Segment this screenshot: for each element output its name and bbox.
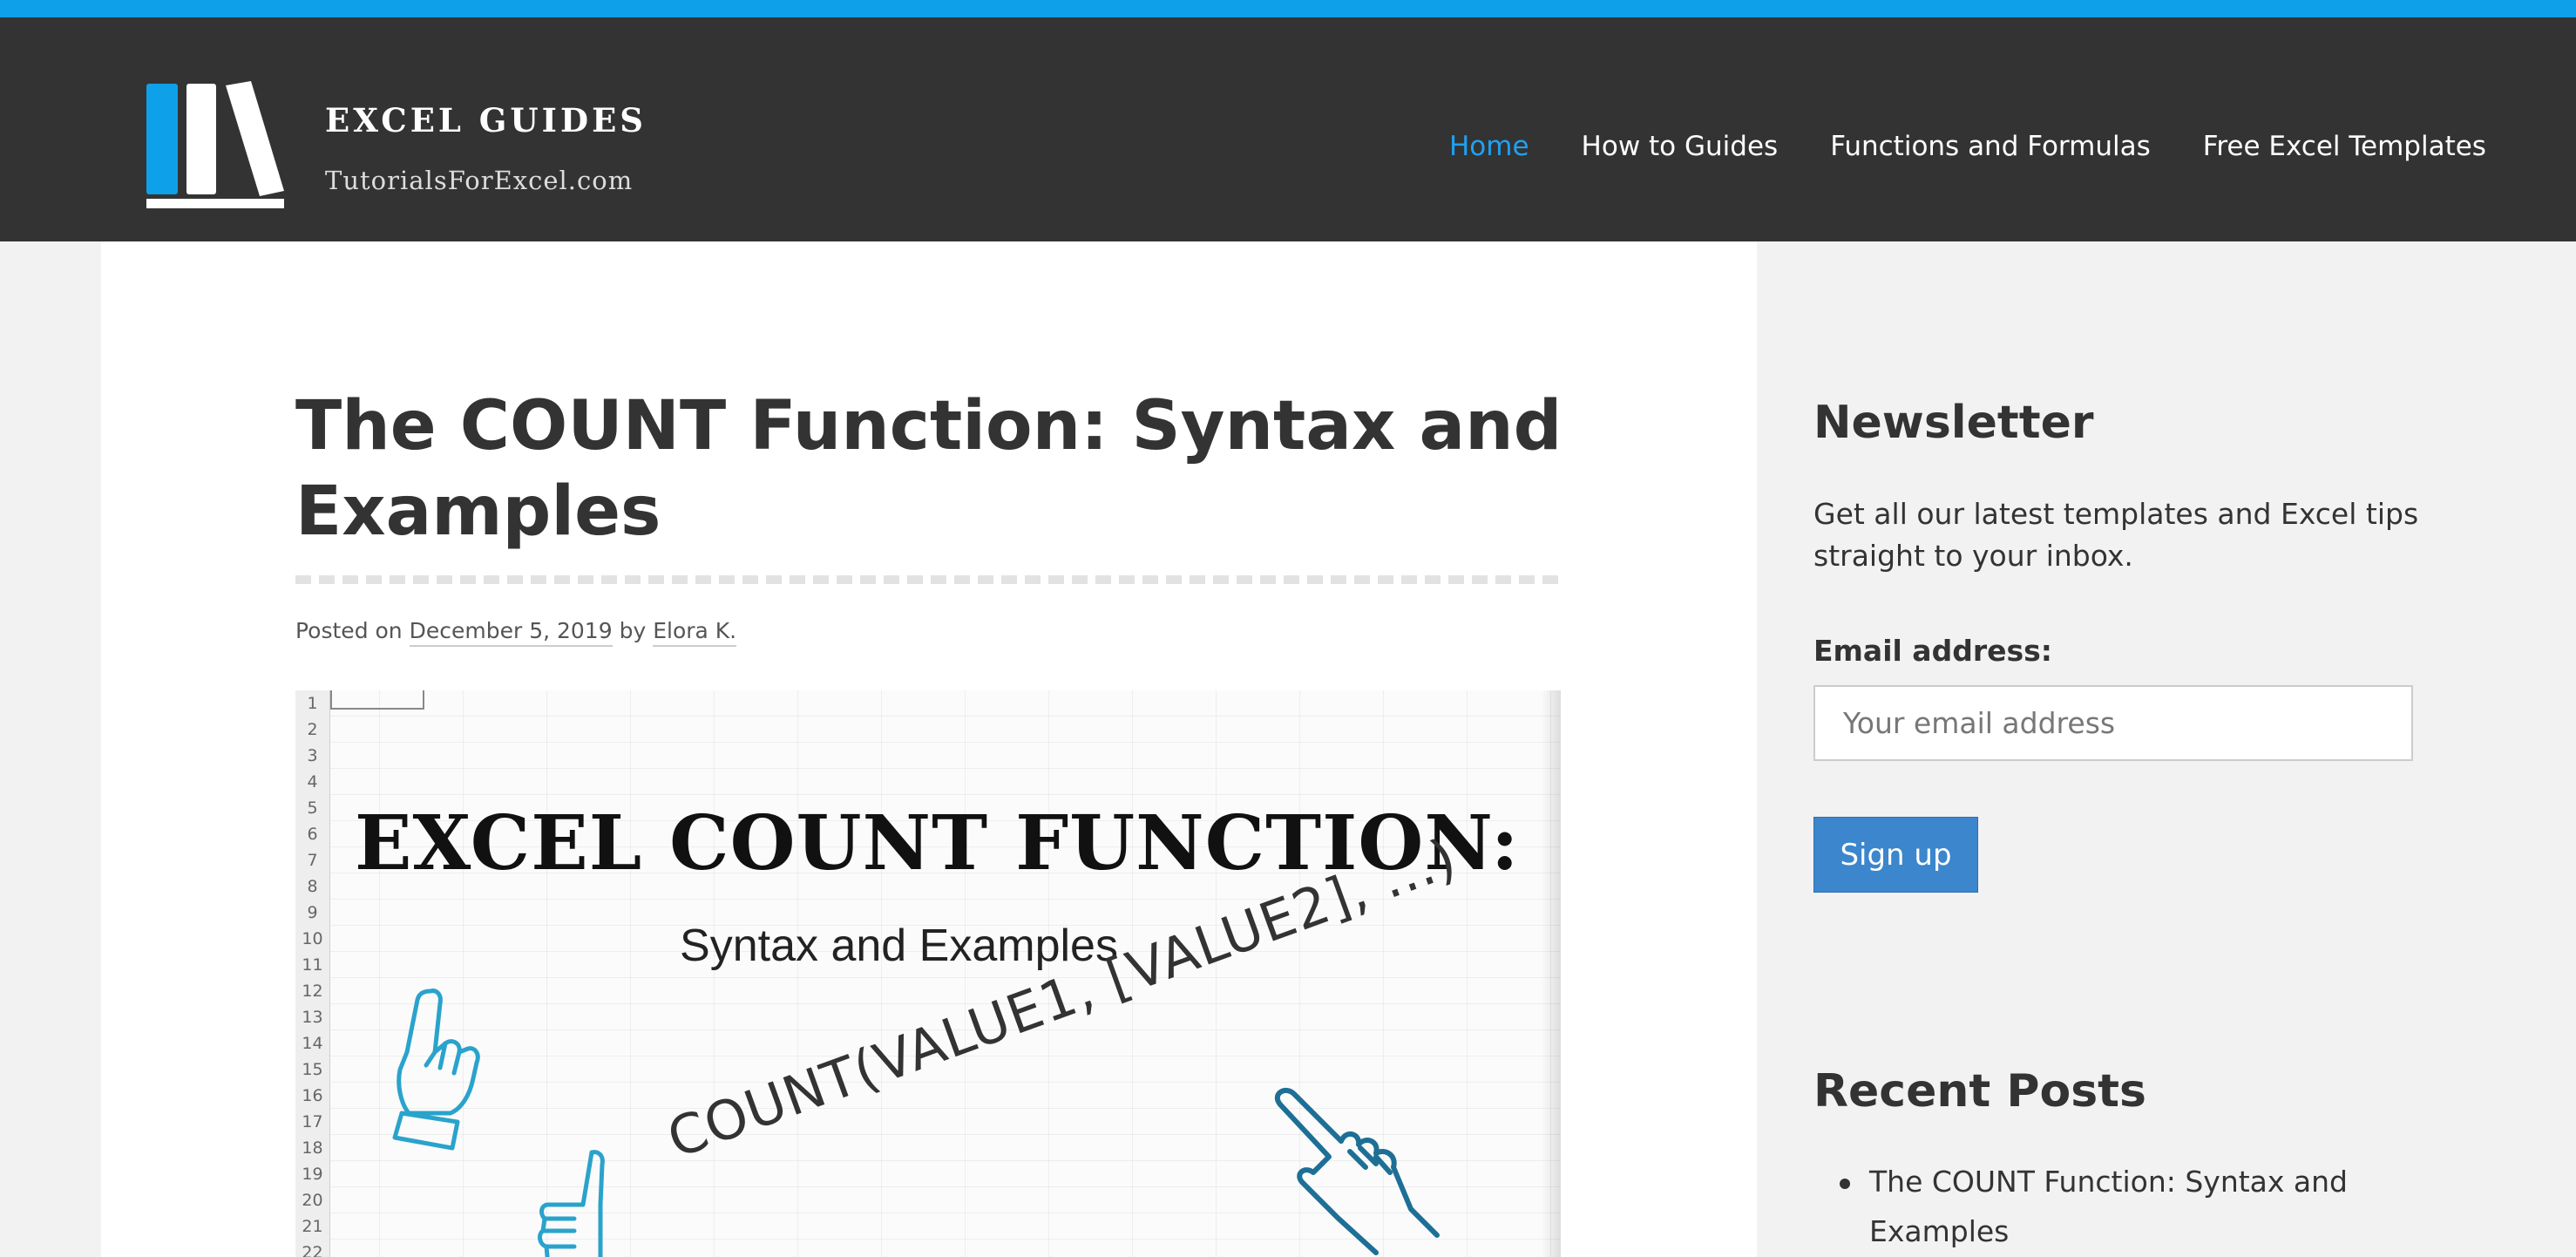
post-title: The COUNT Function: Syntax and Examples — [295, 387, 1563, 551]
recent-post-item[interactable]: The COUNT Function: Syntax and Examples — [1813, 1157, 2476, 1256]
row-number: 1 — [307, 694, 318, 713]
newsletter-text: Get all our latest templates and Excel t… — [1813, 497, 2419, 573]
row-number: 22 — [302, 1243, 323, 1257]
row-number: 21 — [302, 1217, 323, 1236]
recent-posts-heading: Recent Posts — [1813, 1065, 2146, 1118]
row-number: 18 — [302, 1138, 323, 1158]
thumbs-up-hand-icon — [538, 1150, 605, 1257]
recent-posts-list: The COUNT Function: Syntax and Examples — [1813, 1157, 2476, 1256]
row-number: 4 — [307, 772, 318, 792]
nav-functions-and-formulas[interactable]: Functions and Formulas — [1830, 131, 2151, 162]
email-address-label: Email address: — [1813, 634, 2052, 668]
site-title[interactable]: EXCEL GUIDES — [325, 101, 647, 139]
image-edge-shadow — [1542, 690, 1561, 1257]
row-number: 19 — [302, 1165, 323, 1184]
row-number: 14 — [302, 1034, 323, 1053]
accent-stripe — [0, 0, 2576, 17]
nav-home[interactable]: Home — [1449, 131, 1529, 162]
post-date-link[interactable]: December 5, 2019 — [409, 618, 613, 647]
by-label: by — [619, 618, 647, 643]
post-meta: Posted on December 5, 2019 by Elora K. — [295, 618, 737, 647]
featured-image: 1 2 3 4 5 6 7 8 9 10 11 12 13 14 15 16 17 18 19 20 21 22 EXCE… — [295, 690, 1561, 1257]
row-number: 3 — [307, 746, 318, 765]
site-header: EXCEL GUIDES TutorialsForExcel.com Home … — [0, 17, 2576, 241]
row-number: 17 — [302, 1112, 323, 1131]
main-nav: Home How to Guides Functions and Formula… — [1449, 131, 2486, 162]
selected-cell — [330, 690, 424, 710]
post-author-link[interactable]: Elora K. — [653, 618, 737, 647]
row-number: 12 — [302, 982, 323, 1001]
posted-on-label: Posted on — [295, 618, 403, 643]
row-number: 13 — [302, 1008, 323, 1027]
pointing-hand-icon — [1274, 1087, 1440, 1255]
site-subtitle: TutorialsForExcel.com — [325, 166, 634, 195]
sign-up-button[interactable]: Sign up — [1813, 817, 1978, 893]
row-number: 6 — [307, 825, 318, 844]
row-number: 16 — [302, 1086, 323, 1105]
row-number: 8 — [307, 877, 318, 896]
row-number: 15 — [302, 1060, 323, 1079]
books-logo-icon[interactable] — [146, 66, 284, 209]
email-field[interactable] — [1813, 685, 2413, 761]
pointing-up-hand-icon — [392, 989, 480, 1151]
row-number: 2 — [307, 720, 318, 739]
title-divider — [295, 575, 1561, 584]
nav-how-to-guides[interactable]: How to Guides — [1582, 131, 1779, 162]
newsletter-heading: Newsletter — [1813, 397, 2094, 449]
row-number: 7 — [307, 851, 318, 870]
row-number: 5 — [307, 798, 318, 818]
row-number: 20 — [302, 1191, 323, 1210]
nav-free-excel-templates[interactable]: Free Excel Templates — [2203, 131, 2486, 162]
spreadsheet-row-numbers: 1 2 3 4 5 6 7 8 9 10 11 12 13 14 15 16 17 18 19 20 21 22 — [295, 690, 330, 1257]
